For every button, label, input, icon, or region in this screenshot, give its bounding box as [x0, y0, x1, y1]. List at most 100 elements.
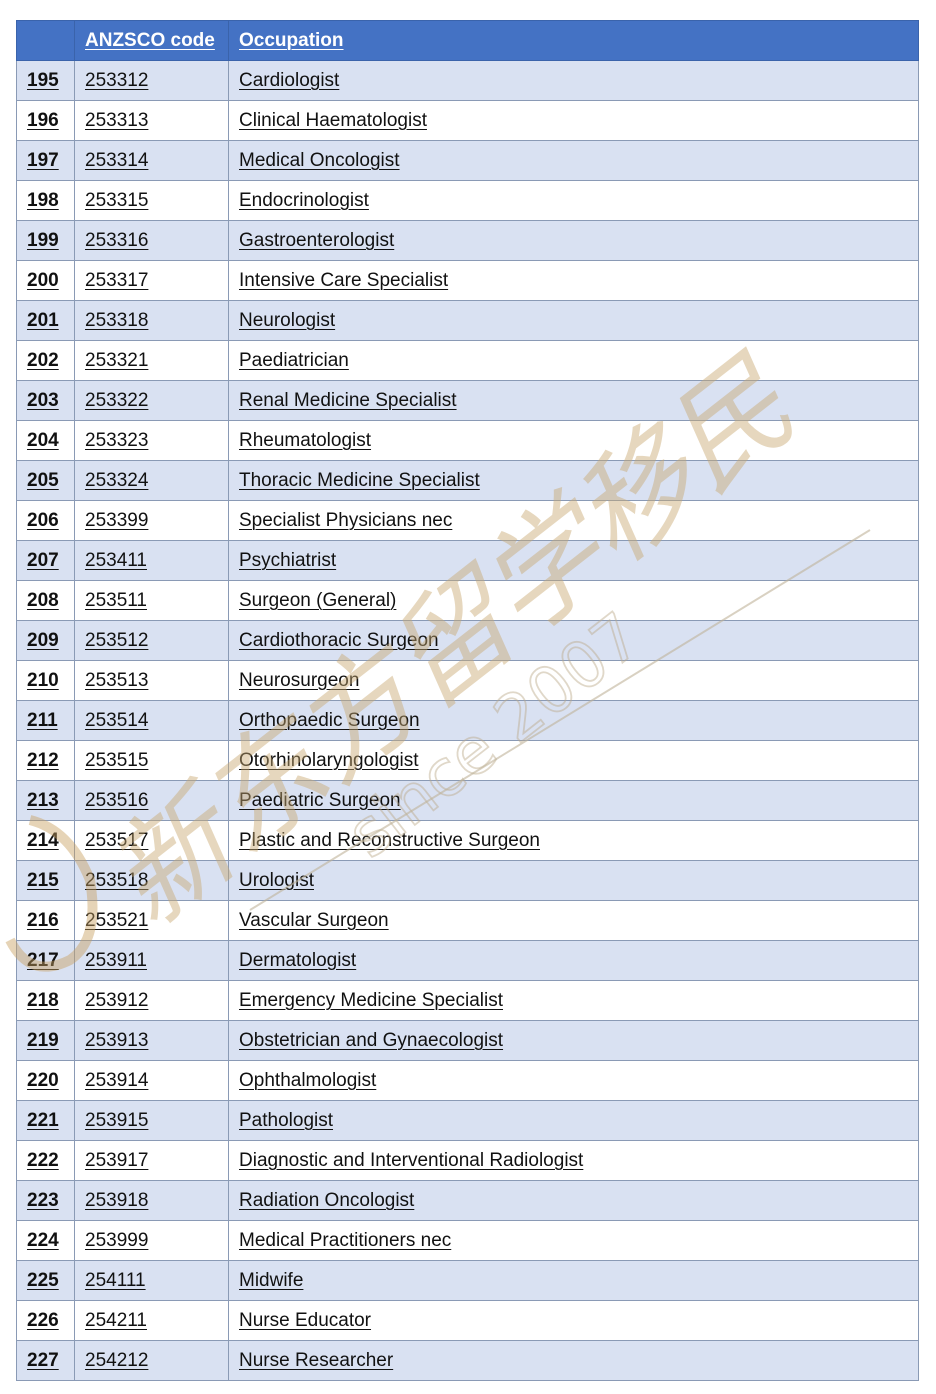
- row-number-link[interactable]: 217: [27, 950, 59, 971]
- anzsco-code-link[interactable]: 253323: [85, 430, 148, 451]
- anzsco-code-link[interactable]: 253917: [85, 1150, 148, 1171]
- row-number-link[interactable]: 196: [27, 110, 59, 131]
- occupation-link[interactable]: Paediatrician: [239, 350, 349, 371]
- row-number-link[interactable]: 213: [27, 790, 59, 811]
- occupation-link[interactable]: Dermatologist: [239, 950, 356, 971]
- anzsco-code-link[interactable]: 253914: [85, 1070, 148, 1091]
- row-number-link[interactable]: 218: [27, 990, 59, 1011]
- anzsco-code-link[interactable]: 253317: [85, 270, 148, 291]
- occupation-link[interactable]: Otorhinolaryngologist: [239, 750, 419, 771]
- occupation-link[interactable]: Vascular Surgeon: [239, 910, 389, 931]
- anzsco-code-link[interactable]: 254111: [85, 1270, 146, 1291]
- anzsco-code-link[interactable]: 253314: [85, 150, 148, 171]
- row-number-link[interactable]: 221: [27, 1110, 59, 1131]
- row-number-link[interactable]: 205: [27, 470, 59, 491]
- anzsco-code-link[interactable]: 253399: [85, 510, 148, 531]
- anzsco-code-link[interactable]: 253318: [85, 310, 148, 331]
- anzsco-code-link[interactable]: 253316: [85, 230, 148, 251]
- row-number-link[interactable]: 220: [27, 1070, 59, 1091]
- anzsco-code-link[interactable]: 253513: [85, 670, 148, 691]
- occupation-link[interactable]: Endocrinologist: [239, 190, 369, 211]
- row-number-link[interactable]: 204: [27, 430, 59, 451]
- row-number-link[interactable]: 224: [27, 1230, 59, 1251]
- occupation-link[interactable]: Pathologist: [239, 1110, 333, 1131]
- row-number-link[interactable]: 212: [27, 750, 59, 771]
- occupation-link[interactable]: Neurologist: [239, 310, 335, 331]
- anzsco-code-link[interactable]: 253511: [85, 590, 147, 611]
- row-number-link[interactable]: 216: [27, 910, 59, 931]
- occupation-link[interactable]: Surgeon (General): [239, 590, 396, 611]
- occupation-link[interactable]: Cardiothoracic Surgeon: [239, 630, 439, 651]
- row-number-link[interactable]: 195: [27, 70, 59, 91]
- anzsco-code-link[interactable]: 253516: [85, 790, 148, 811]
- occupation-link[interactable]: Emergency Medicine Specialist: [239, 990, 503, 1011]
- occupation-link[interactable]: Nurse Researcher: [239, 1350, 393, 1371]
- anzsco-code-link[interactable]: 253915: [85, 1110, 148, 1131]
- occupation-link[interactable]: Rheumatologist: [239, 430, 371, 451]
- anzsco-code-link[interactable]: 253912: [85, 990, 148, 1011]
- occupation-link[interactable]: Clinical Haematologist: [239, 110, 427, 131]
- occupation-link[interactable]: Orthopaedic Surgeon: [239, 710, 420, 731]
- row-number-link[interactable]: 214: [27, 830, 59, 851]
- anzsco-code-link[interactable]: 253512: [85, 630, 148, 651]
- row-number-link[interactable]: 199: [27, 230, 59, 251]
- row-number-link[interactable]: 201: [27, 310, 59, 331]
- occupation-link[interactable]: Plastic and Reconstructive Surgeon: [239, 830, 540, 851]
- anzsco-code-link[interactable]: 253521: [85, 910, 148, 931]
- row-number-link[interactable]: 207: [27, 550, 59, 571]
- occupation-link[interactable]: Intensive Care Specialist: [239, 270, 448, 291]
- anzsco-code-link[interactable]: 253321: [85, 350, 148, 371]
- row-number-link[interactable]: 225: [27, 1270, 59, 1291]
- anzsco-code-link[interactable]: 254212: [85, 1350, 148, 1371]
- row-number-link[interactable]: 210: [27, 670, 59, 691]
- occupation-link[interactable]: Radiation Oncologist: [239, 1190, 414, 1211]
- occupation-link[interactable]: Psychiatrist: [239, 550, 336, 571]
- occupation-link[interactable]: Medical Oncologist: [239, 150, 400, 171]
- row-number-link[interactable]: 206: [27, 510, 59, 531]
- anzsco-code-link[interactable]: 253315: [85, 190, 148, 211]
- occupation-link[interactable]: Ophthalmologist: [239, 1070, 376, 1091]
- occupation-link[interactable]: Nurse Educator: [239, 1310, 371, 1331]
- row-number-link[interactable]: 222: [27, 1150, 59, 1171]
- occupation-link[interactable]: Urologist: [239, 870, 314, 891]
- anzsco-code-link[interactable]: 253515: [85, 750, 148, 771]
- anzsco-code-link[interactable]: 253324: [85, 470, 148, 491]
- row-number-link[interactable]: 202: [27, 350, 59, 371]
- anzsco-code-link[interactable]: 253913: [85, 1030, 148, 1051]
- row-number-link[interactable]: 208: [27, 590, 59, 611]
- header-anzsco-code[interactable]: ANZSCO code: [74, 20, 229, 61]
- occupation-link[interactable]: Medical Practitioners nec: [239, 1230, 451, 1251]
- occupation-link[interactable]: Specialist Physicians nec: [239, 510, 452, 531]
- occupation-link[interactable]: Diagnostic and Interventional Radiologis…: [239, 1150, 583, 1171]
- row-number-link[interactable]: 211: [27, 710, 58, 731]
- row-number-link[interactable]: 215: [27, 870, 59, 891]
- occupation-link[interactable]: Neurosurgeon: [239, 670, 359, 691]
- header-occupation[interactable]: Occupation: [228, 20, 919, 61]
- occupation-link[interactable]: Renal Medicine Specialist: [239, 390, 457, 411]
- anzsco-code-link[interactable]: 253517: [85, 830, 148, 851]
- anzsco-code-link[interactable]: 253911: [85, 950, 147, 971]
- anzsco-code-link[interactable]: 253411: [85, 550, 147, 571]
- row-number-link[interactable]: 203: [27, 390, 59, 411]
- row-number-link[interactable]: 219: [27, 1030, 59, 1051]
- occupation-link[interactable]: Obstetrician and Gynaecologist: [239, 1030, 503, 1051]
- row-number-link[interactable]: 209: [27, 630, 59, 651]
- row-number-link[interactable]: 197: [27, 150, 59, 171]
- row-number-link[interactable]: 223: [27, 1190, 59, 1211]
- row-number-link[interactable]: 227: [27, 1350, 59, 1371]
- anzsco-code-link[interactable]: 253999: [85, 1230, 148, 1251]
- occupation-link[interactable]: Thoracic Medicine Specialist: [239, 470, 480, 491]
- anzsco-code-link[interactable]: 253322: [85, 390, 148, 411]
- anzsco-code-link[interactable]: 253918: [85, 1190, 148, 1211]
- occupation-link[interactable]: Gastroenterologist: [239, 230, 394, 251]
- occupation-link[interactable]: Midwife: [239, 1270, 303, 1291]
- anzsco-code-link[interactable]: 253312: [85, 70, 148, 91]
- occupation-link[interactable]: Cardiologist: [239, 70, 339, 91]
- anzsco-code-link[interactable]: 253514: [85, 710, 148, 731]
- occupation-link[interactable]: Paediatric Surgeon: [239, 790, 401, 811]
- row-number-link[interactable]: 226: [27, 1310, 59, 1331]
- anzsco-code-link[interactable]: 253518: [85, 870, 148, 891]
- row-number-link[interactable]: 198: [27, 190, 59, 211]
- anzsco-code-link[interactable]: 253313: [85, 110, 148, 131]
- anzsco-code-link[interactable]: 254211: [85, 1310, 147, 1331]
